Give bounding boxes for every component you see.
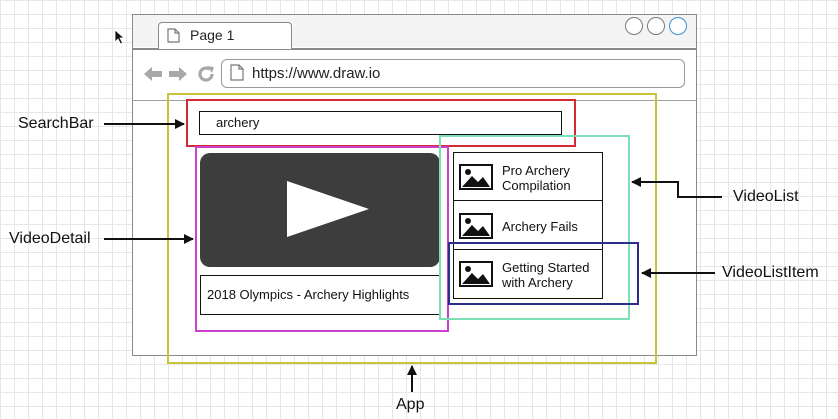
searchbar-label: SearchBar [18, 115, 94, 132]
videolist-label: VideoList [733, 188, 799, 205]
annotation-arrows [104, 119, 722, 392]
videolist-arrow [631, 177, 722, 198]
app-label: App [396, 396, 425, 413]
videodetail-label: VideoDetail [9, 230, 91, 247]
videolistitem-label: VideoListItem [722, 264, 819, 281]
